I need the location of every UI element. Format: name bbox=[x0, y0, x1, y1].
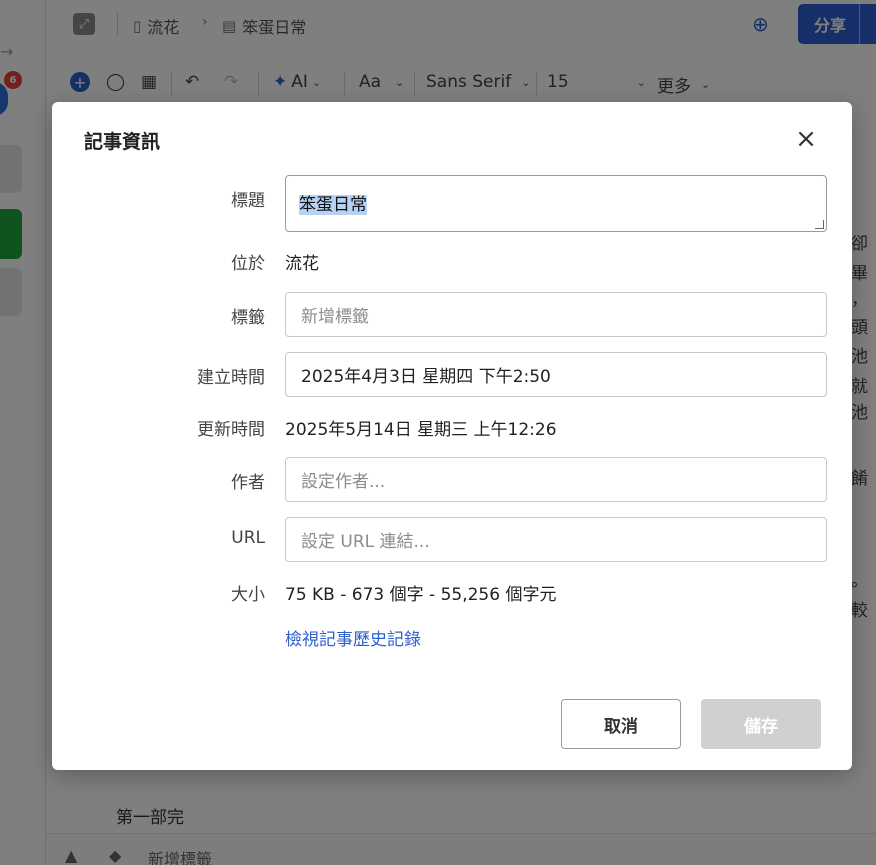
updated-value: 2025年5月14日 星期三 上午12:26 bbox=[285, 420, 557, 440]
url-label: URL bbox=[231, 528, 265, 548]
created-label: 建立時間 bbox=[197, 368, 265, 388]
size-label: 大小 bbox=[231, 585, 265, 605]
dialog-title: 記事資訊 bbox=[84, 131, 161, 153]
close-icon[interactable]: × bbox=[793, 126, 819, 152]
created-time-field[interactable]: 2025年4月3日 星期四 下午2:50 bbox=[285, 352, 827, 397]
view-history-link[interactable]: 檢視記事歷史記錄 bbox=[285, 625, 421, 650]
title-label: 標題 bbox=[231, 191, 265, 211]
size-value: 75 KB - 673 個字 - 55,256 個字元 bbox=[285, 585, 557, 605]
title-value: 笨蛋日常 bbox=[299, 195, 367, 215]
author-input[interactable]: 設定作者... bbox=[285, 457, 827, 502]
location-label: 位於 bbox=[231, 254, 265, 274]
title-input[interactable]: 笨蛋日常 bbox=[285, 175, 827, 232]
save-button[interactable]: 儲存 bbox=[701, 699, 821, 749]
author-label: 作者 bbox=[231, 473, 265, 493]
tags-label: 標籤 bbox=[231, 308, 265, 328]
cancel-button[interactable]: 取消 bbox=[561, 699, 681, 749]
tags-input[interactable]: 新增標籤 bbox=[285, 292, 827, 337]
location-value: 流花 bbox=[285, 254, 319, 274]
note-info-dialog: 記事資訊 × 標題 笨蛋日常 位於 流花 標籤 新增標籤 建立時間 2025年4… bbox=[52, 102, 852, 770]
updated-label: 更新時間 bbox=[197, 420, 265, 440]
resize-handle-icon[interactable] bbox=[815, 220, 824, 229]
url-input[interactable]: 設定 URL 連結... bbox=[285, 517, 827, 562]
